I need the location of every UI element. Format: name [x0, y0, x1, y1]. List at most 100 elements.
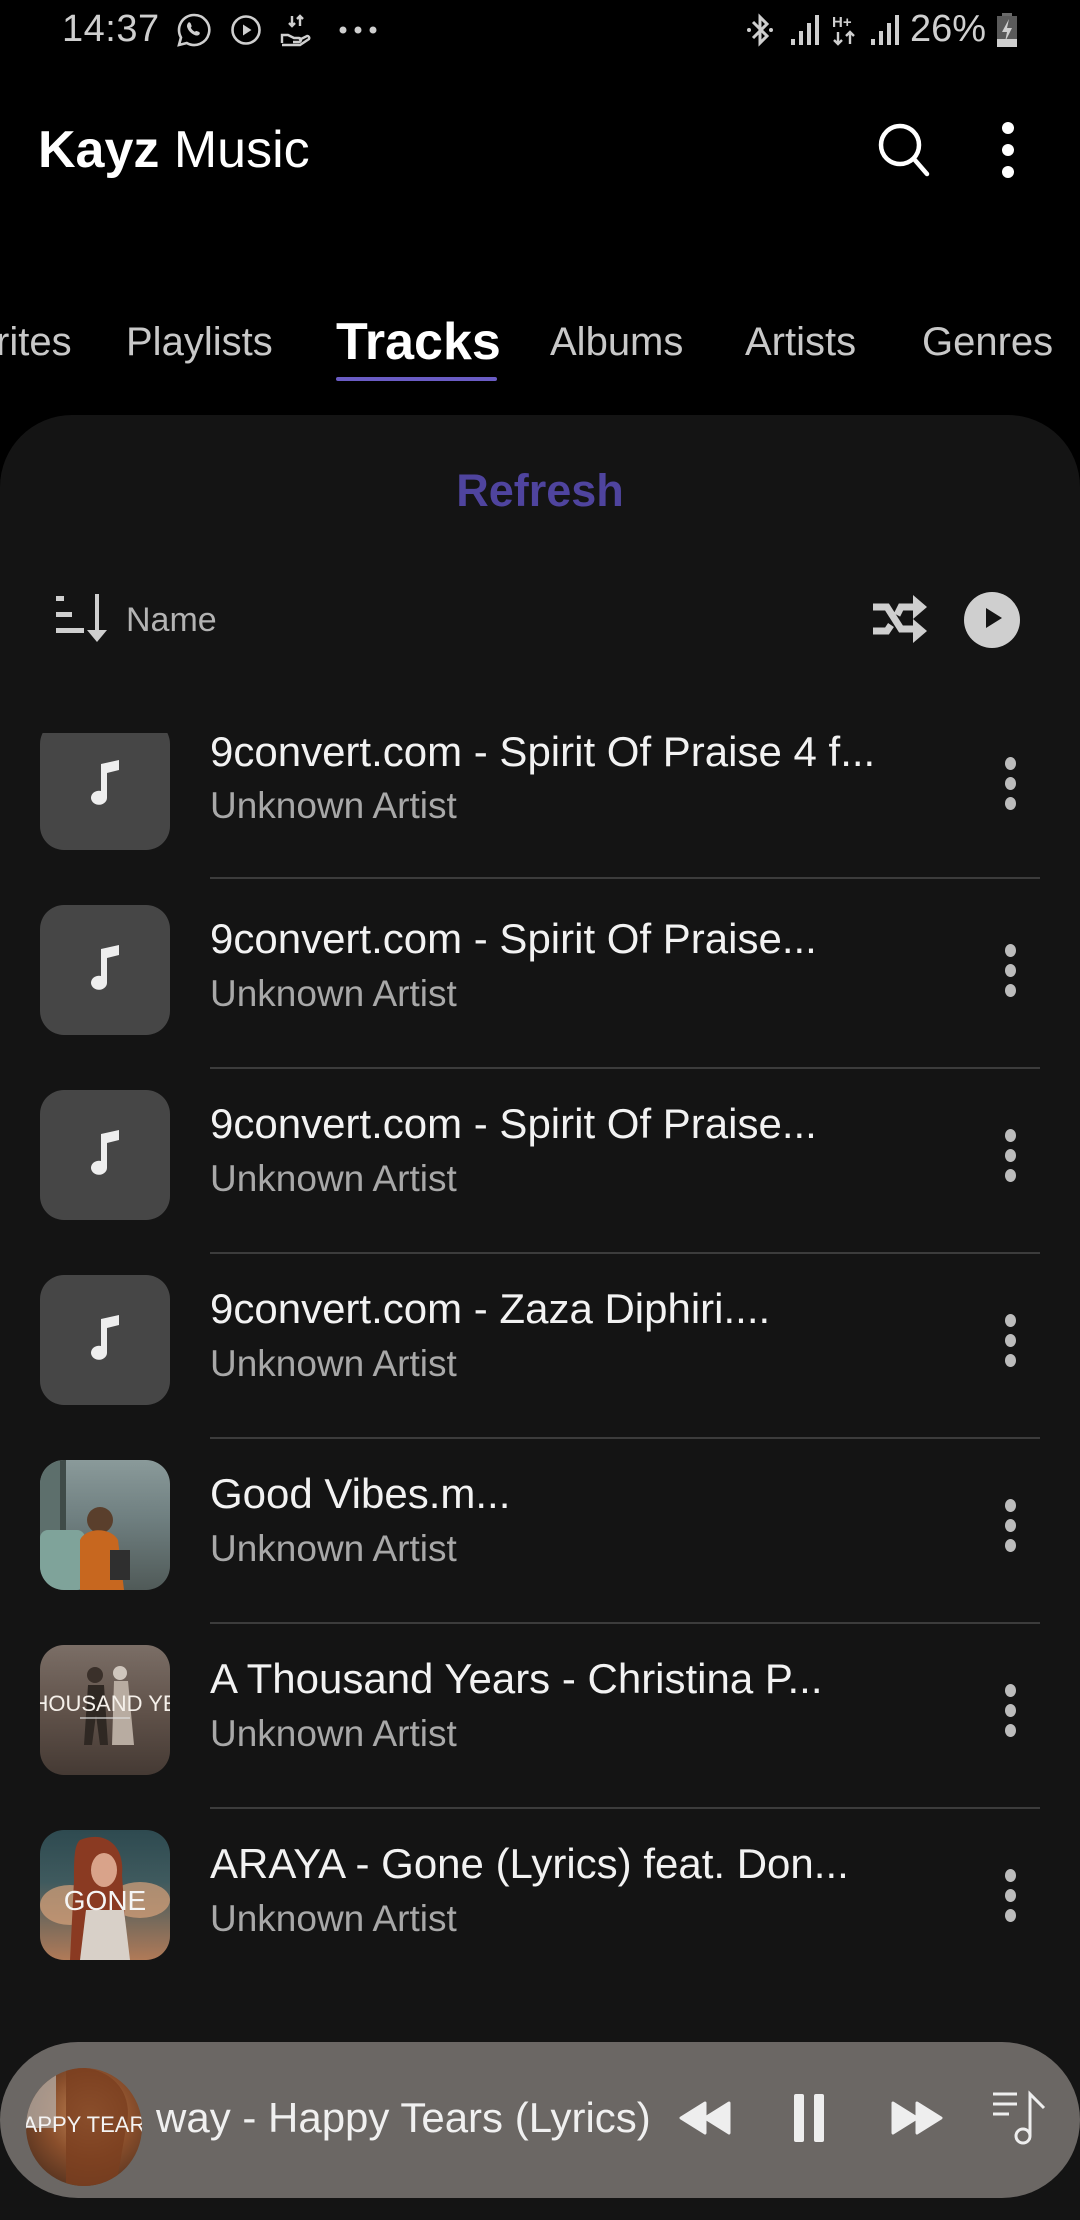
track-row[interactable]: 9convert.com - Spirit Of Praise 4 f... U… [0, 733, 1080, 918]
tab-favorites[interactable]: rites [0, 320, 72, 365]
now-playing-title: way - Happy Tears (Lyrics) [156, 2094, 651, 2141]
rewind-button[interactable] [660, 2072, 750, 2168]
track-row[interactable]: 9convert.com - Spirit Of Praise... Unkno… [0, 1090, 1080, 1275]
track-title: 9convert.com - Spirit Of Praise... [210, 915, 817, 962]
divider [210, 1437, 1040, 1439]
more-vertical-icon [1004, 943, 1016, 957]
tab-genres[interactable]: Genres [922, 320, 1053, 365]
pause-icon [793, 2093, 825, 2147]
track-artist: Unknown Artist [210, 785, 457, 826]
album-art-placeholder [40, 1090, 170, 1220]
more-vertical-icon [1004, 1128, 1016, 1142]
track-artist: Unknown Artist [210, 1528, 457, 1569]
battery-charging-icon [994, 12, 1020, 48]
data-transfer-icon [276, 12, 316, 48]
play-circle-icon [228, 12, 264, 48]
shuffle-button[interactable] [868, 589, 932, 653]
tab-playlists[interactable]: Playlists [126, 320, 273, 365]
h-plus-data-icon: H+ [828, 12, 864, 48]
track-list[interactable]: 9convert.com - Spirit Of Praise 4 f... U… [0, 733, 1080, 2003]
album-art-image [40, 1460, 130, 1590]
track-artist: Unknown Artist [210, 1713, 457, 1754]
album-art: GONE [40, 1830, 170, 1960]
now-playing-art: APPY TEAR [26, 2068, 142, 2186]
signal-icon [786, 12, 822, 48]
status-bar: 14:37 H+ 26% [0, 0, 1080, 64]
divider [210, 1807, 1040, 1809]
search-button[interactable] [864, 112, 944, 192]
track-title: Good Vibes.m... [210, 1470, 511, 1517]
divider [210, 1252, 1040, 1254]
more-vertical-icon [1004, 1498, 1016, 1512]
track-options-button[interactable] [980, 1110, 1040, 1200]
fast-forward-button[interactable] [872, 2072, 962, 2168]
track-row[interactable]: HOUSAND YE A Thousand Years - Christina … [0, 1645, 1080, 1830]
shuffle-icon [871, 593, 929, 650]
play-icon [979, 605, 1005, 636]
queue-button[interactable] [974, 2072, 1064, 2168]
track-artist: Unknown Artist [210, 973, 457, 1014]
app-bar: Kayz Music [0, 100, 1080, 200]
whatsapp-icon [174, 12, 214, 48]
album-art-image: HOUSAND YE [40, 1666, 170, 1745]
more-vertical-icon [1004, 1313, 1016, 1327]
album-art-placeholder [40, 1275, 170, 1405]
track-title: 9convert.com - Spirit Of Praise... [210, 1100, 817, 1147]
album-art-placeholder [40, 905, 170, 1035]
sort-descending-icon [52, 590, 112, 651]
sort-toolbar: Name [0, 585, 1080, 655]
track-title: 9convert.com - Spirit Of Praise 4 f... [210, 733, 876, 775]
album-art-text: HOUSAND YE [40, 1691, 170, 1716]
more-vertical-icon [1004, 1868, 1016, 1882]
album-art-image: GONE [40, 1836, 170, 1960]
app-title-regular: Music [173, 121, 310, 179]
fast-forward-icon [891, 2101, 943, 2140]
track-options-button[interactable] [980, 1295, 1040, 1385]
signal-icon [866, 12, 902, 48]
track-row[interactable]: 9convert.com - Zaza Diphiri.... Unknown … [0, 1275, 1080, 1460]
track-artist: Unknown Artist [210, 1898, 457, 1939]
track-title: A Thousand Years - Christina P... [210, 1655, 823, 1702]
track-row[interactable]: GONE ARAYA - Gone (Lyrics) feat. Don... … [0, 1830, 1080, 2003]
status-time: 14:37 [62, 8, 160, 50]
album-art-placeholder [40, 733, 170, 850]
music-note-icon [87, 1128, 123, 1183]
search-icon [874, 120, 934, 185]
music-note-icon [87, 1313, 123, 1368]
track-options-button[interactable] [980, 1665, 1040, 1755]
music-note-icon [87, 943, 123, 998]
sort-label: Name [126, 600, 217, 639]
tab-tracks[interactable]: Tracks [336, 312, 501, 372]
pause-button[interactable] [764, 2072, 854, 2168]
more-vertical-icon [998, 120, 1018, 185]
refresh-button[interactable]: Refresh [0, 465, 1080, 517]
track-options-button[interactable] [980, 738, 1040, 828]
track-options-button[interactable] [980, 925, 1040, 1015]
app-title: Kayz Music [38, 120, 310, 180]
tracks-panel: Refresh Name 9convert.com - Spirit Of Pr… [0, 415, 1080, 2220]
play-all-button[interactable] [964, 592, 1020, 648]
tab-artists[interactable]: Artists [745, 320, 856, 365]
tab-albums[interactable]: Albums [550, 320, 683, 365]
bluetooth-icon [742, 12, 778, 48]
mini-player[interactable]: APPY TEAR way - Happy Tears (Lyrics) [0, 2042, 1080, 2198]
track-row[interactable]: Good Vibes.m... Unknown Artist [0, 1460, 1080, 1645]
track-row[interactable]: 9convert.com - Spirit Of Praise... Unkno… [0, 905, 1080, 1090]
sort-button[interactable]: Name [52, 585, 217, 655]
album-art-text: GONE [64, 1885, 146, 1916]
music-note-icon [87, 758, 123, 813]
app-title-bold: Kayz [38, 121, 160, 179]
battery-percent: 26% [909, 8, 986, 50]
track-options-button[interactable] [980, 1480, 1040, 1570]
album-art [40, 1460, 170, 1590]
active-tab-indicator [336, 377, 497, 381]
track-artist: Unknown Artist [210, 1343, 457, 1384]
tab-bar: rites Playlists Tracks Albums Artists Ge… [0, 300, 1080, 390]
track-options-button[interactable] [980, 1850, 1040, 1940]
now-playing-art-text: APPY TEAR [26, 2112, 142, 2137]
track-title: ARAYA - Gone (Lyrics) feat. Don... [210, 1840, 849, 1887]
overflow-menu-button[interactable] [968, 112, 1048, 192]
divider [210, 877, 1040, 879]
more-vertical-icon [1004, 756, 1016, 770]
svg-text:H+: H+ [832, 14, 852, 31]
